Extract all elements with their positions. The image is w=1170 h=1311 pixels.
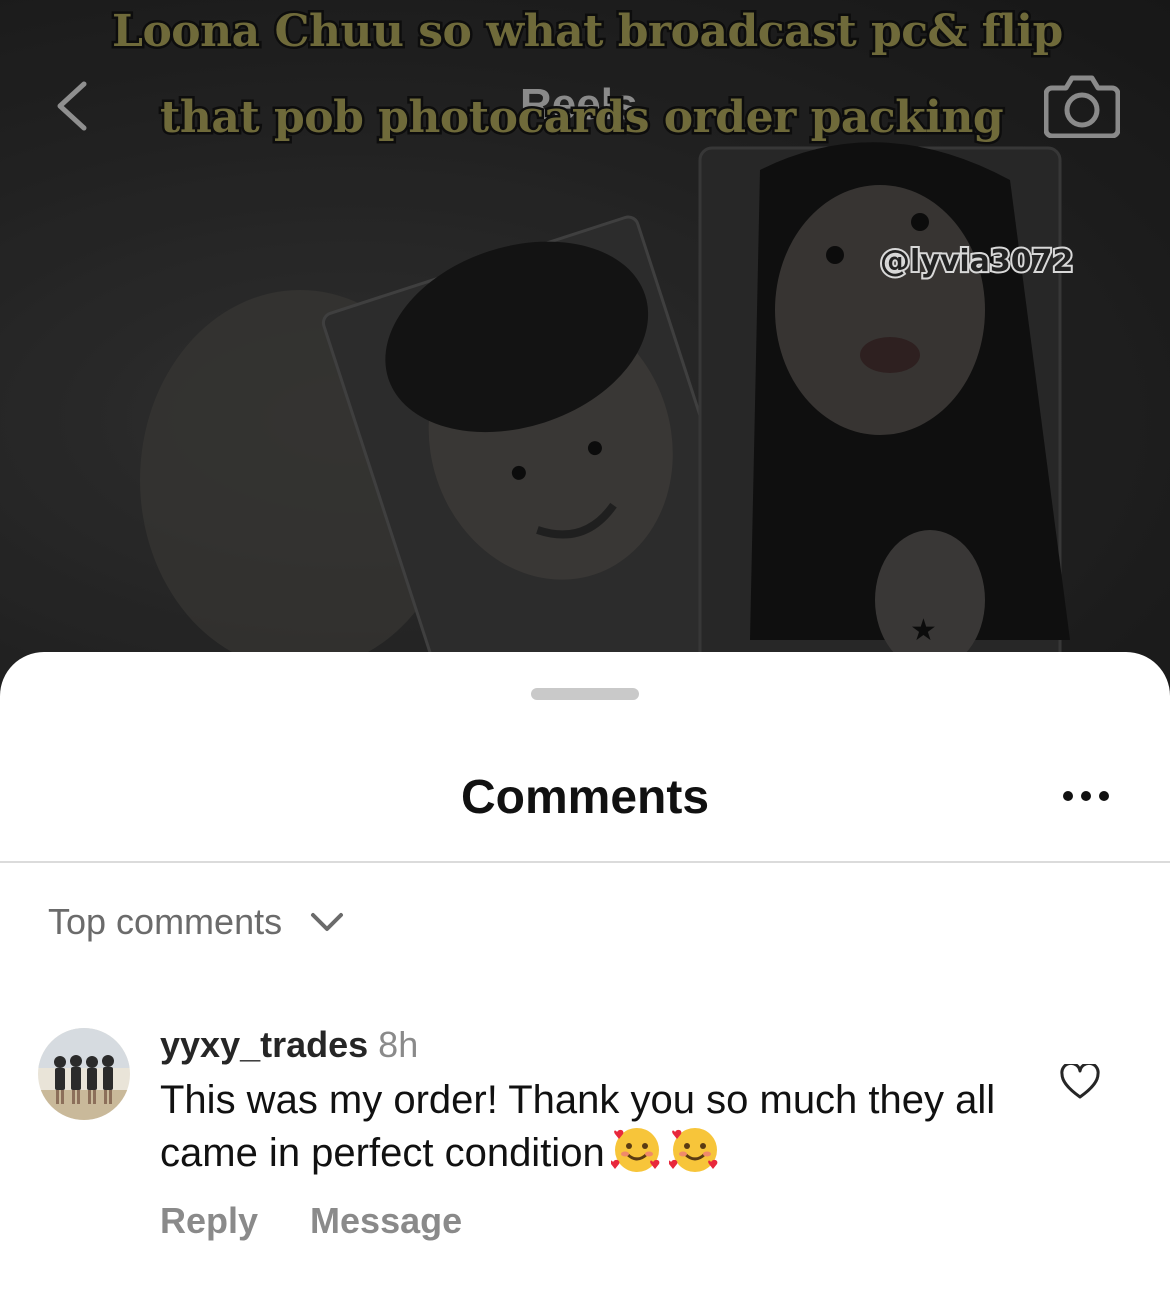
sort-dropdown[interactable]: Top comments xyxy=(48,900,344,944)
reel-caption-line-2: that pob photocards order packing xyxy=(157,90,1006,146)
reply-button[interactable]: Reply xyxy=(160,1200,258,1242)
comment-timestamp: 8h xyxy=(378,1024,419,1065)
comment-item: yyxy_trades 8h This was my order! Thank y… xyxy=(0,1024,1170,1264)
drag-handle[interactable] xyxy=(531,688,639,700)
smiling-face-with-hearts-icon xyxy=(668,1128,718,1172)
sort-label: Top comments xyxy=(48,901,283,942)
avatar-image xyxy=(38,1028,130,1120)
comment-actions: Reply Message xyxy=(160,1200,514,1242)
heart-outline-icon[interactable] xyxy=(1060,1064,1100,1100)
reel-preview: ★ Loona Chuu so what broadcast pc& flip … xyxy=(0,0,1170,700)
comment-body: This was my order! Thank you so much the… xyxy=(160,1076,1000,1177)
camera-icon[interactable] xyxy=(1044,70,1120,138)
sheet-divider xyxy=(0,861,1170,863)
comment-username[interactable]: yyxy_trades xyxy=(160,1024,368,1065)
message-button[interactable]: Message xyxy=(310,1200,462,1242)
reel-caption-line-1: Loona Chuu so what broadcast pc& flip xyxy=(110,4,1066,60)
avatar[interactable] xyxy=(38,1028,130,1120)
chevron-left-icon[interactable] xyxy=(52,80,92,132)
comments-sheet: Comments Top comments yyxy_trades 8h Thi… xyxy=(0,652,1170,1311)
comment-text: This was my order! Thank you so much the… xyxy=(160,1078,996,1175)
smiling-face-with-hearts-icon xyxy=(610,1128,660,1172)
chevron-down-icon xyxy=(311,913,344,931)
comment-header: yyxy_trades 8h xyxy=(160,1024,418,1066)
reel-watermark: @lyvia3072 xyxy=(878,242,1075,281)
comments-title: Comments xyxy=(460,771,710,824)
more-horizontal-icon[interactable] xyxy=(1056,782,1116,810)
